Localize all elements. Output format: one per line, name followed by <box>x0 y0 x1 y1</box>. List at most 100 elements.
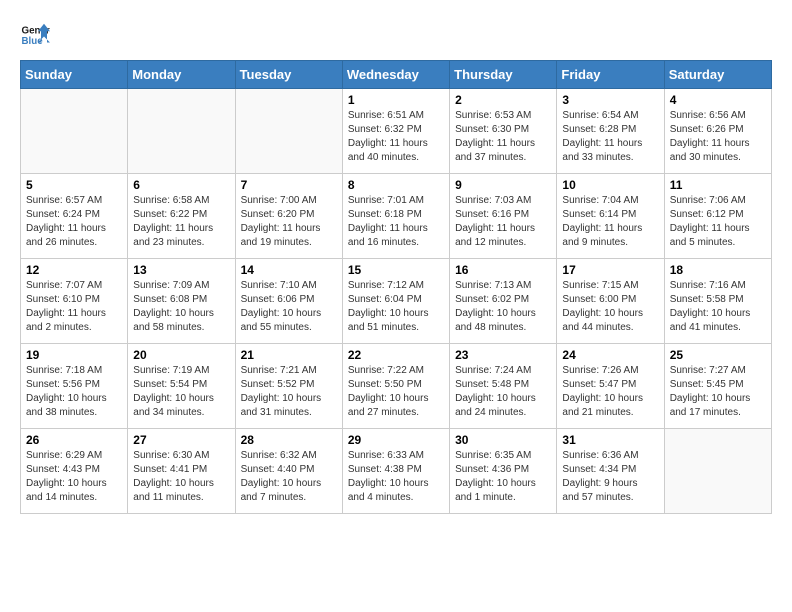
day-info: Sunrise: 6:58 AM Sunset: 6:22 PM Dayligh… <box>133 194 229 250</box>
day-number: 26 <box>26 433 122 447</box>
day-number: 7 <box>241 178 337 192</box>
day-info: Sunrise: 6:53 AM Sunset: 6:30 PM Dayligh… <box>455 109 551 165</box>
day-info: Sunrise: 7:07 AM Sunset: 6:10 PM Dayligh… <box>26 279 122 335</box>
day-number: 19 <box>26 348 122 362</box>
day-number: 11 <box>670 178 766 192</box>
day-info: Sunrise: 7:21 AM Sunset: 5:52 PM Dayligh… <box>241 364 337 420</box>
weekday-header-friday: Friday <box>557 61 664 89</box>
calendar-cell: 17 Sunrise: 7:15 AM Sunset: 6:00 PM Dayli… <box>557 259 664 344</box>
day-number: 22 <box>348 348 444 362</box>
day-number: 9 <box>455 178 551 192</box>
day-info: Sunrise: 6:33 AM Sunset: 4:38 PM Dayligh… <box>348 449 444 505</box>
calendar-cell: 12Sunrise: 7:07 AM Sunset: 6:10 PM Dayli… <box>21 259 128 344</box>
day-info: Sunrise: 7:26 AM Sunset: 5:47 PM Dayligh… <box>562 364 658 420</box>
day-number: 15 <box>348 263 444 277</box>
day-info: Sunrise: 7:06 AM Sunset: 6:12 PM Dayligh… <box>670 194 766 250</box>
day-info: Sunrise: 6:56 AM Sunset: 6:26 PM Dayligh… <box>670 109 766 165</box>
day-number: 5 <box>26 178 122 192</box>
day-info: Sunrise: 7:22 AM Sunset: 5:50 PM Dayligh… <box>348 364 444 420</box>
day-info: Sunrise: 7:27 AM Sunset: 5:45 PM Dayligh… <box>670 364 766 420</box>
day-number: 18 <box>670 263 766 277</box>
logo: General Blue <box>20 20 54 50</box>
week-row-3: 19Sunrise: 7:18 AM Sunset: 5:56 PM Dayli… <box>21 344 772 429</box>
calendar-cell: 26Sunrise: 6:29 AM Sunset: 4:43 PM Dayli… <box>21 429 128 514</box>
day-number: 3 <box>562 93 658 107</box>
day-info: Sunrise: 7:09 AM Sunset: 6:08 PM Dayligh… <box>133 279 229 335</box>
calendar-cell: 5 Sunrise: 6:57 AM Sunset: 6:24 PM Daylig… <box>21 174 128 259</box>
day-info: Sunrise: 7:24 AM Sunset: 5:48 PM Dayligh… <box>455 364 551 420</box>
day-info: Sunrise: 7:15 AM Sunset: 6:00 PM Dayligh… <box>562 279 658 335</box>
calendar-cell: 29 Sunrise: 6:33 AM Sunset: 4:38 PM Dayli… <box>342 429 449 514</box>
day-number: 10 <box>562 178 658 192</box>
weekday-header-saturday: Saturday <box>664 61 771 89</box>
calendar-cell: 18 Sunrise: 7:16 AM Sunset: 5:58 PM Dayli… <box>664 259 771 344</box>
calendar-cell <box>235 89 342 174</box>
day-number: 6 <box>133 178 229 192</box>
calendar-cell: 21Sunrise: 7:21 AM Sunset: 5:52 PM Dayli… <box>235 344 342 429</box>
day-info: Sunrise: 6:57 AM Sunset: 6:24 PM Dayligh… <box>26 194 122 250</box>
day-info: Sunrise: 7:00 AM Sunset: 6:20 PM Dayligh… <box>241 194 337 250</box>
weekday-header-wednesday: Wednesday <box>342 61 449 89</box>
day-info: Sunrise: 6:36 AM Sunset: 4:34 PM Dayligh… <box>562 449 658 505</box>
day-number: 23 <box>455 348 551 362</box>
page-header: General Blue <box>20 20 772 50</box>
calendar-cell <box>21 89 128 174</box>
day-number: 13 <box>133 263 229 277</box>
week-row-0: 1 Sunrise: 6:51 AM Sunset: 6:32 PM Daylig… <box>21 89 772 174</box>
calendar-cell: 8Sunrise: 7:01 AM Sunset: 6:18 PM Daylig… <box>342 174 449 259</box>
calendar-cell: 3Sunrise: 6:54 AM Sunset: 6:28 PM Daylig… <box>557 89 664 174</box>
day-number: 2 <box>455 93 551 107</box>
day-info: Sunrise: 7:16 AM Sunset: 5:58 PM Dayligh… <box>670 279 766 335</box>
day-number: 17 <box>562 263 658 277</box>
calendar-cell: 19Sunrise: 7:18 AM Sunset: 5:56 PM Dayli… <box>21 344 128 429</box>
weekday-header-monday: Monday <box>128 61 235 89</box>
day-info: Sunrise: 6:51 AM Sunset: 6:32 PM Dayligh… <box>348 109 444 165</box>
calendar-cell: 20 Sunrise: 7:19 AM Sunset: 5:54 PM Dayli… <box>128 344 235 429</box>
calendar-cell: 25 Sunrise: 7:27 AM Sunset: 5:45 PM Dayli… <box>664 344 771 429</box>
day-number: 20 <box>133 348 229 362</box>
calendar-cell: 28 Sunrise: 6:32 AM Sunset: 4:40 PM Dayli… <box>235 429 342 514</box>
logo-icon: General Blue <box>20 20 50 50</box>
weekday-header-thursday: Thursday <box>450 61 557 89</box>
calendar-cell <box>664 429 771 514</box>
day-number: 28 <box>241 433 337 447</box>
weekday-header-tuesday: Tuesday <box>235 61 342 89</box>
day-number: 31 <box>562 433 658 447</box>
calendar-cell: 7 Sunrise: 7:00 AM Sunset: 6:20 PM Daylig… <box>235 174 342 259</box>
calendar-cell: 30Sunrise: 6:35 AM Sunset: 4:36 PM Dayli… <box>450 429 557 514</box>
weekday-header-row: SundayMondayTuesdayWednesdayThursdayFrid… <box>21 61 772 89</box>
day-number: 8 <box>348 178 444 192</box>
day-info: Sunrise: 7:19 AM Sunset: 5:54 PM Dayligh… <box>133 364 229 420</box>
calendar-cell: 23 Sunrise: 7:24 AM Sunset: 5:48 PM Dayli… <box>450 344 557 429</box>
day-info: Sunrise: 7:10 AM Sunset: 6:06 PM Dayligh… <box>241 279 337 335</box>
day-info: Sunrise: 7:03 AM Sunset: 6:16 PM Dayligh… <box>455 194 551 250</box>
calendar-cell: 2 Sunrise: 6:53 AM Sunset: 6:30 PM Daylig… <box>450 89 557 174</box>
day-number: 27 <box>133 433 229 447</box>
calendar-cell: 4Sunrise: 6:56 AM Sunset: 6:26 PM Daylig… <box>664 89 771 174</box>
day-info: Sunrise: 6:35 AM Sunset: 4:36 PM Dayligh… <box>455 449 551 505</box>
calendar-cell: 16Sunrise: 7:13 AM Sunset: 6:02 PM Dayli… <box>450 259 557 344</box>
calendar-cell: 27 Sunrise: 6:30 AM Sunset: 4:41 PM Dayli… <box>128 429 235 514</box>
week-row-2: 12Sunrise: 7:07 AM Sunset: 6:10 PM Dayli… <box>21 259 772 344</box>
day-info: Sunrise: 7:13 AM Sunset: 6:02 PM Dayligh… <box>455 279 551 335</box>
week-row-4: 26Sunrise: 6:29 AM Sunset: 4:43 PM Dayli… <box>21 429 772 514</box>
day-info: Sunrise: 6:32 AM Sunset: 4:40 PM Dayligh… <box>241 449 337 505</box>
calendar-cell: 31 Sunrise: 6:36 AM Sunset: 4:34 PM Dayli… <box>557 429 664 514</box>
day-number: 14 <box>241 263 337 277</box>
calendar-cell: 24 Sunrise: 7:26 AM Sunset: 5:47 PM Dayli… <box>557 344 664 429</box>
calendar-cell: 6 Sunrise: 6:58 AM Sunset: 6:22 PM Daylig… <box>128 174 235 259</box>
calendar-cell: 9 Sunrise: 7:03 AM Sunset: 6:16 PM Daylig… <box>450 174 557 259</box>
day-number: 1 <box>348 93 444 107</box>
weekday-header-sunday: Sunday <box>21 61 128 89</box>
calendar-cell: 11 Sunrise: 7:06 AM Sunset: 6:12 PM Dayli… <box>664 174 771 259</box>
day-number: 25 <box>670 348 766 362</box>
calendar-cell <box>128 89 235 174</box>
calendar-table: SundayMondayTuesdayWednesdayThursdayFrid… <box>20 60 772 514</box>
calendar-cell: 10Sunrise: 7:04 AM Sunset: 6:14 PM Dayli… <box>557 174 664 259</box>
calendar-cell: 13 Sunrise: 7:09 AM Sunset: 6:08 PM Dayli… <box>128 259 235 344</box>
day-number: 24 <box>562 348 658 362</box>
calendar-cell: 1 Sunrise: 6:51 AM Sunset: 6:32 PM Daylig… <box>342 89 449 174</box>
day-info: Sunrise: 6:30 AM Sunset: 4:41 PM Dayligh… <box>133 449 229 505</box>
day-number: 29 <box>348 433 444 447</box>
calendar-cell: 15Sunrise: 7:12 AM Sunset: 6:04 PM Dayli… <box>342 259 449 344</box>
